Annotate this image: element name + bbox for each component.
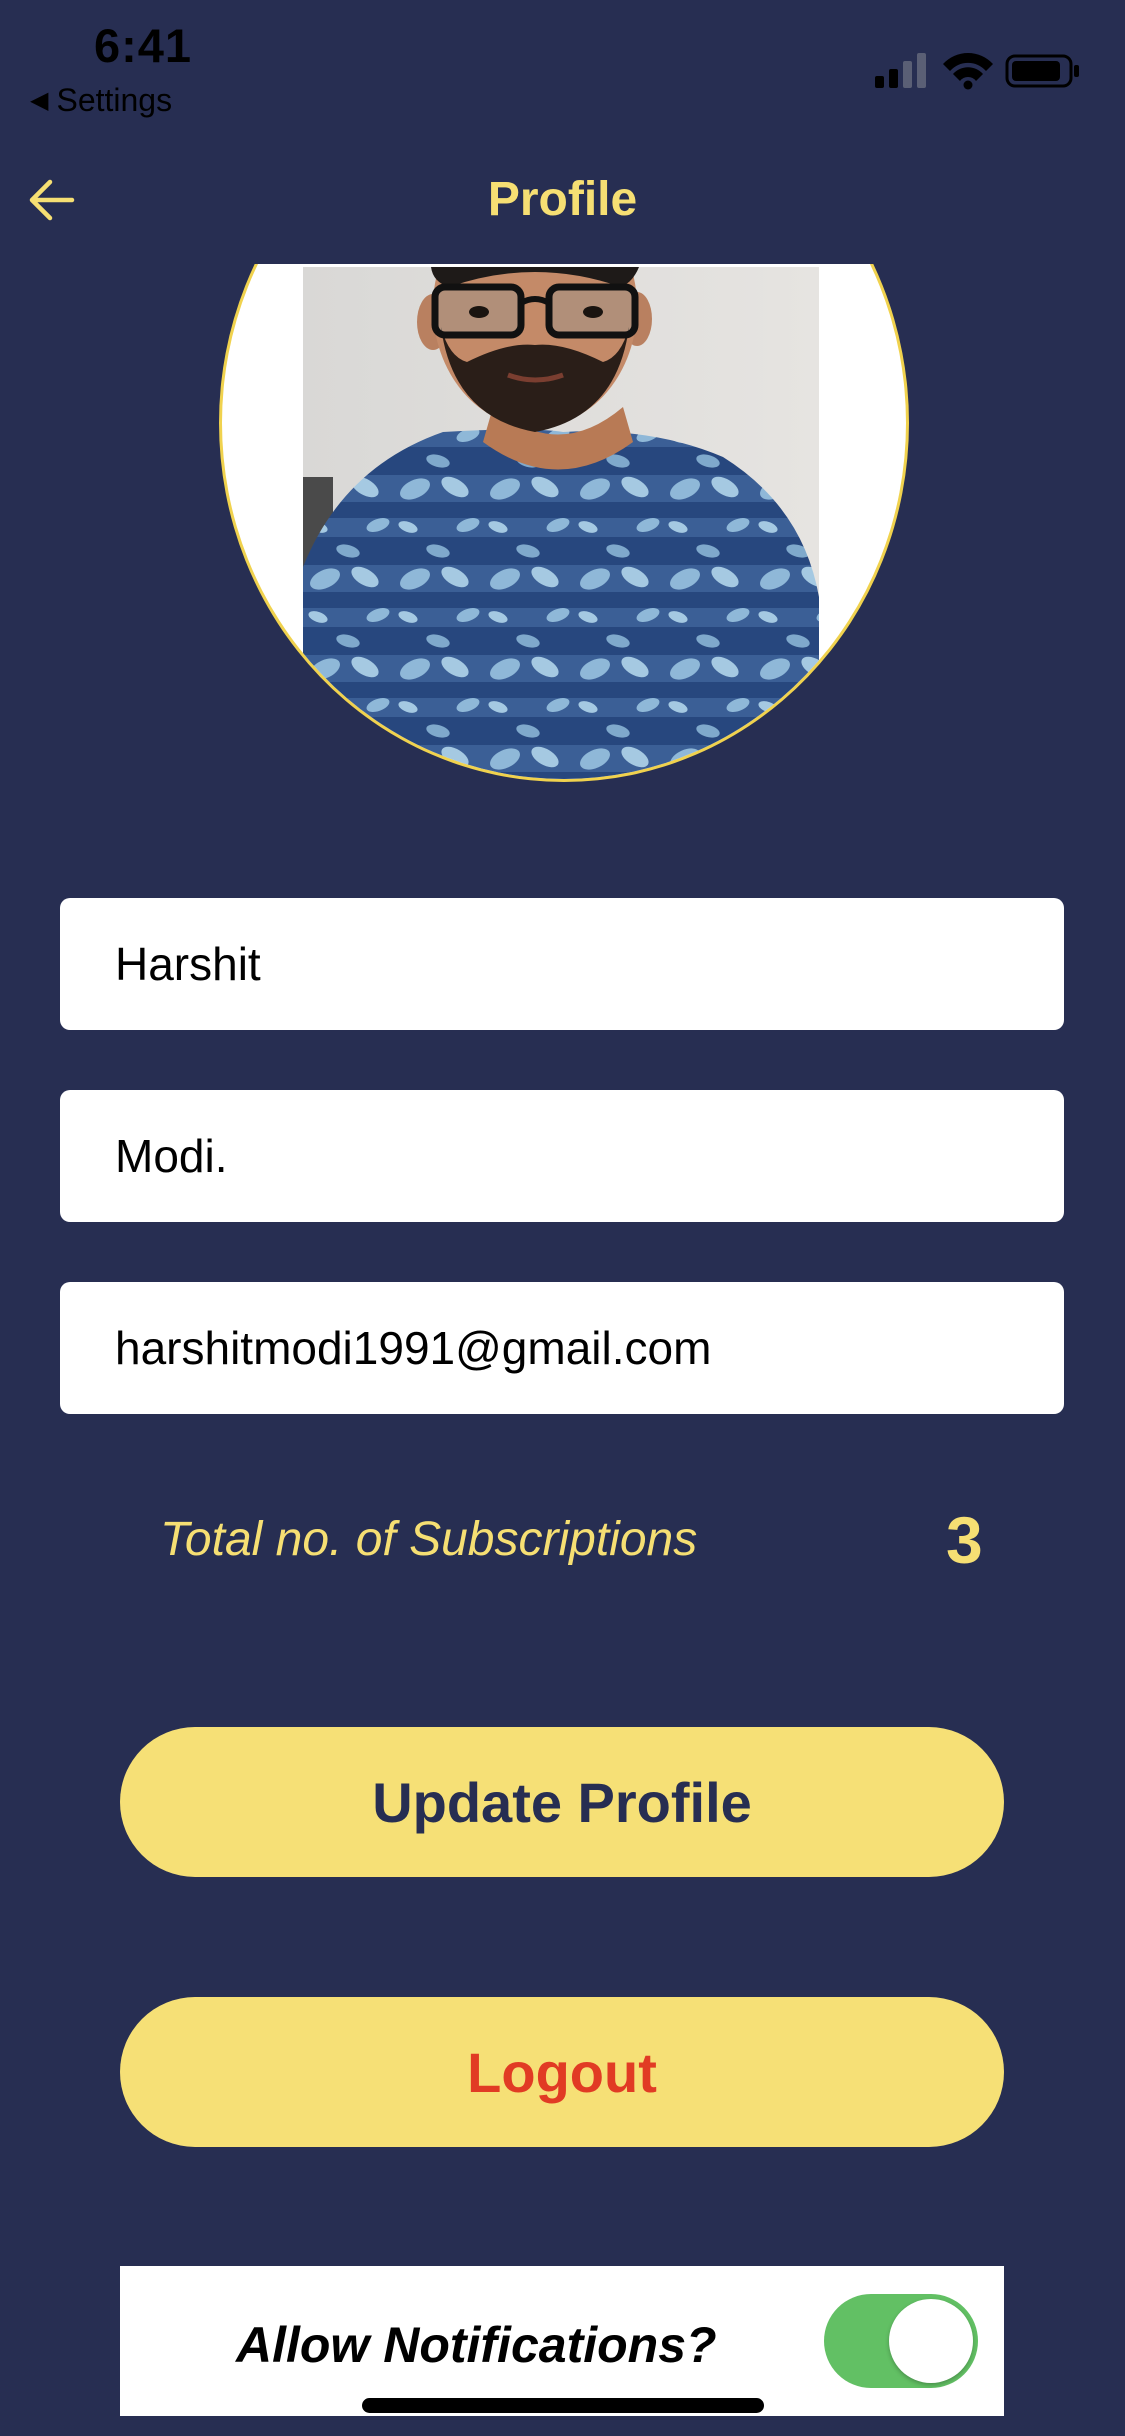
- avatar-container: [0, 264, 1125, 784]
- status-back-label: Settings: [56, 82, 173, 118]
- first-name-input[interactable]: [115, 937, 1009, 991]
- logout-button[interactable]: Logout: [120, 1997, 1004, 2147]
- signal-icon: [875, 53, 926, 88]
- last-name-input[interactable]: [115, 1129, 1009, 1183]
- first-name-field[interactable]: [60, 898, 1064, 1030]
- status-icons: [875, 53, 1079, 90]
- battery-icon: [1005, 54, 1079, 88]
- profile-screen: 6:41 ◀ Settings Profile Harshit Modi. ha…: [0, 0, 1125, 2436]
- subscriptions-count: 3: [946, 1503, 983, 1577]
- email-field[interactable]: [60, 1282, 1064, 1414]
- last-name-field[interactable]: [60, 1090, 1064, 1222]
- toggle-knob: [889, 2299, 973, 2383]
- page-title: Profile: [487, 173, 638, 226]
- subscriptions-label: Total no. of Subscriptions: [160, 1513, 698, 1566]
- avatar[interactable]: [219, 264, 909, 782]
- wifi-icon: [943, 53, 993, 90]
- notifications-label: Allow Notifications?: [236, 2317, 717, 2373]
- profile-photo: [303, 267, 819, 779]
- status-time: 6:41: [94, 19, 193, 72]
- status-back-to-app[interactable]: ◀ Settings: [30, 82, 172, 119]
- notifications-toggle[interactable]: [824, 2294, 978, 2388]
- back-triangle-icon: ◀: [30, 87, 49, 114]
- email-input[interactable]: [115, 1321, 1009, 1375]
- home-indicator[interactable]: [362, 2398, 764, 2413]
- notifications-row: Allow Notifications?: [120, 2266, 1004, 2416]
- update-profile-button[interactable]: Update Profile: [120, 1727, 1004, 1877]
